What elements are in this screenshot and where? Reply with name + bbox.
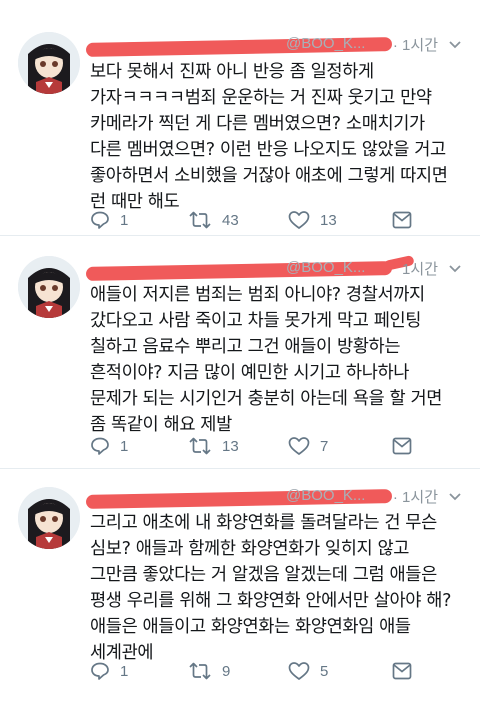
- tweet-header: @BOO_K... · 1시간: [85, 486, 466, 510]
- like-count: 7: [320, 437, 329, 455]
- dm-button[interactable]: [392, 659, 412, 683]
- tweet-line: 애들은 애들이고 화양연화는 화양연화임 애들: [90, 617, 411, 637]
- like-count: 5: [320, 662, 329, 680]
- tweet-line: 좋아하면서 소비했을 거잖아 애초에 그렇게 따지면: [90, 166, 448, 186]
- user-handle[interactable]: @BOO_K...: [286, 35, 365, 52]
- like-count: 13: [320, 211, 337, 229]
- tweet-line: 흔적이야? 지금 많이 예민한 시기고 하나하나: [90, 363, 410, 383]
- retweet-count: 9: [222, 662, 231, 680]
- retweet-count: 13: [222, 437, 239, 455]
- tweet-line: 애들이 저지른 범죄는 범죄 아니야? 경찰서까지: [90, 285, 425, 305]
- dm-icon: [392, 662, 412, 680]
- reply-button[interactable]: 1: [90, 659, 128, 683]
- dm-button[interactable]: [392, 434, 412, 458]
- retweet-icon: [189, 211, 211, 229]
- tweet-text: 애들이 저지른 범죄는 범죄 아니야? 경찰서까지 갔다오고 사람 죽이고 차들…: [90, 282, 470, 438]
- tweet-text: 보다 못해서 진짜 아니 반응 좀 일정하게 가자ㅋㅋㅋㅋ범죄 운운하는 거 진…: [90, 59, 470, 215]
- timestamp[interactable]: 1시간: [402, 258, 438, 279]
- reply-count: 1: [120, 662, 129, 680]
- timestamp[interactable]: · 1시간: [393, 486, 438, 507]
- tweet-line: 카메라가 찍던 게 다른 멤버였으면? 소매치기가: [90, 114, 425, 134]
- reply-icon: [91, 662, 109, 680]
- retweet-button[interactable]: 9: [188, 659, 230, 683]
- tweet[interactable]: @BOO_K... · 1시간 보다 못해서 진짜 아니 반응 좀 일정하게 가…: [0, 0, 480, 235]
- reply-icon: [91, 211, 109, 229]
- avatar[interactable]: [18, 487, 80, 549]
- retweet-count: 43: [222, 211, 239, 229]
- retweet-button[interactable]: 43: [188, 208, 239, 232]
- tweet-line: 문제가 되는 시기인거 충분히 아는데 욕을 할 거면: [90, 389, 443, 409]
- avatar-icon: [18, 32, 80, 94]
- avatar-icon: [18, 487, 80, 549]
- like-button[interactable]: 5: [288, 659, 328, 683]
- reply-button[interactable]: 1: [90, 208, 128, 232]
- tweet-line: 가자ㅋㅋㅋㅋ범죄 운운하는 거 진짜 웃기고 만약: [90, 88, 432, 108]
- tweet-header: @BOO_K... · 1시간: [85, 34, 466, 58]
- like-icon: [288, 662, 310, 680]
- dm-icon: [392, 211, 412, 229]
- dm-icon: [392, 437, 412, 455]
- tweet-line: 칠하고 음료수 뿌리고 그건 애들이 방황하는: [90, 337, 401, 357]
- tweet-line: 심보? 애들과 함께한 화양연화가 잊히지 않고: [90, 539, 410, 559]
- tweet[interactable]: @BOO_K... · 1시간 그리고 애초에 내 화양연화를 돌려달라는 건 …: [0, 469, 480, 705]
- tweet-line: 평생 우리를 위해 그 화양연화 안에서만 살아야 해?: [90, 591, 452, 611]
- tweet-actions: 1 9 5: [90, 659, 420, 683]
- tweet-header: @BOO_K... 1시간: [85, 254, 466, 282]
- tweet[interactable]: @BOO_K... 1시간 애들이 저지른 범죄는 범죄 아니야? 경찰서까지 …: [0, 236, 480, 468]
- retweet-icon: [189, 437, 211, 455]
- like-button[interactable]: 7: [288, 434, 328, 458]
- dm-button[interactable]: [392, 208, 412, 232]
- tweet-line: 갔다오고 사람 죽이고 차들 못가게 막고 페인팅: [90, 311, 422, 331]
- reply-icon: [91, 437, 109, 455]
- avatar-icon: [18, 256, 80, 318]
- reply-count: 1: [120, 211, 129, 229]
- tweet-line: 보다 못해서 진짜 아니 반응 좀 일정하게: [90, 62, 374, 82]
- like-button[interactable]: 13: [288, 208, 337, 232]
- chevron-down-icon[interactable]: [448, 38, 462, 52]
- like-icon: [288, 437, 310, 455]
- tweet-line: 다른 멤버였으면? 이런 반응 나오지도 않았을 거고: [90, 140, 446, 160]
- reply-button[interactable]: 1: [90, 434, 128, 458]
- chevron-down-icon[interactable]: [448, 490, 462, 504]
- avatar[interactable]: [18, 256, 80, 318]
- reply-count: 1: [120, 437, 129, 455]
- chevron-down-icon[interactable]: [448, 262, 462, 276]
- like-icon: [288, 211, 310, 229]
- timestamp[interactable]: · 1시간: [393, 34, 438, 55]
- tweet-actions: 1 43 13: [90, 208, 420, 232]
- tweet-text: 그리고 애초에 내 화양연화를 돌려달라는 건 무슨 심보? 애들과 함께한 화…: [90, 510, 470, 666]
- retweet-icon: [189, 662, 211, 680]
- user-handle[interactable]: @BOO_K...: [286, 487, 365, 504]
- tweet-actions: 1 13 7: [90, 434, 420, 458]
- user-handle[interactable]: @BOO_K...: [286, 259, 365, 276]
- tweet-line: 그만큼 좋았다는 거 알겠음 알겠는데 그럼 애들은: [90, 565, 437, 585]
- tweet-line: 그리고 애초에 내 화양연화를 돌려달라는 건 무슨: [90, 513, 437, 533]
- avatar[interactable]: [18, 32, 80, 94]
- retweet-button[interactable]: 13: [188, 434, 239, 458]
